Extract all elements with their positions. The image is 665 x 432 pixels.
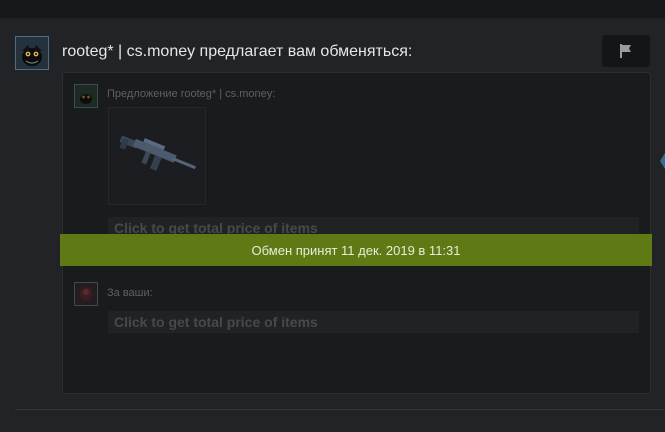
their-offer-label: Предложение rooteg* | cs.money:: [107, 88, 276, 100]
report-button[interactable]: [602, 35, 650, 67]
their-avatar: [74, 84, 98, 108]
flag-icon: [620, 44, 631, 58]
divider: [15, 409, 665, 410]
rifle-icon: [119, 135, 196, 171]
sender-avatar[interactable]: [15, 36, 49, 70]
your-total-price-button[interactable]: Click to get total price of items: [108, 311, 639, 333]
offered-item-tile[interactable]: [108, 107, 206, 205]
trade-accepted-banner: Обмен принят 11 дек. 2019 в 11:31: [60, 234, 652, 266]
your-offer-label: За ваши:: [107, 287, 153, 299]
your-avatar: [74, 282, 98, 306]
trade-offer-header: rooteg* | cs.money предлагает вам обменя…: [62, 43, 413, 60]
top-strip: [0, 0, 665, 18]
